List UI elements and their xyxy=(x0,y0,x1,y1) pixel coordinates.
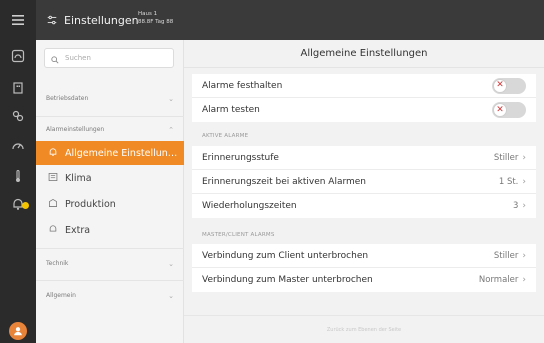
section-label: Allgemein xyxy=(46,292,76,299)
user-avatar-icon[interactable] xyxy=(9,322,27,340)
toggle-card: Alarme festhalten ✕ Alarm testen ✕ xyxy=(192,74,536,122)
footer-link[interactable]: Zurück zum Ebenen der Seite xyxy=(184,315,544,343)
sliders-icon[interactable] xyxy=(0,102,36,130)
search-input[interactable] xyxy=(65,54,165,62)
row-label: Alarme festhalten xyxy=(202,80,283,91)
group-heading-master-client: MASTER/CLIENT ALARMS xyxy=(202,232,275,238)
section-label: Alarmeinstellungen xyxy=(46,126,105,133)
chevron-down-icon: ⌄ xyxy=(168,260,174,268)
row-value: Normaler › xyxy=(479,275,526,285)
value-text: Normaler xyxy=(478,275,519,285)
house-name: Haus 1 xyxy=(138,11,158,17)
production-icon xyxy=(48,198,58,211)
section-label: Betriebsdaten xyxy=(46,95,89,102)
house-status: 88.8F Tag 88 xyxy=(138,19,174,25)
search-icon xyxy=(51,49,59,68)
extra-icon xyxy=(48,224,58,237)
row-label: Verbindung zum Master unterbrochen xyxy=(202,275,373,285)
row-label: Erinnerungszeit bei aktiven Alarmen xyxy=(202,176,367,187)
section-technik[interactable]: Technik ⌄ xyxy=(46,260,174,268)
toggle-switch[interactable]: ✕ xyxy=(492,102,526,118)
sidebar-item-label: Extra xyxy=(65,224,91,236)
search-box[interactable] xyxy=(44,48,174,68)
sidebar-item-produktion[interactable]: Produktion xyxy=(36,192,184,216)
sidebar: Betriebsdaten ⌄ Alarmeinstellungen ⌃ All… xyxy=(36,40,184,343)
chevron-right-icon: › xyxy=(522,152,526,163)
section-label: Technik xyxy=(46,260,69,267)
sidebar-item-allgemeine-einstellungen[interactable]: Allgemeine Einstellungen xyxy=(36,141,184,165)
building-icon[interactable] xyxy=(0,74,36,102)
dashboard-icon[interactable] xyxy=(0,42,36,70)
value-text: Stiller xyxy=(493,250,519,261)
close-icon: ✕ xyxy=(493,103,507,117)
header-title-wrap: Einstellungen xyxy=(46,0,139,40)
row-label: Alarm testen xyxy=(202,105,260,115)
section-alarmeinstellungen[interactable]: Alarmeinstellungen ⌃ xyxy=(46,126,174,134)
value-text: 3 xyxy=(512,201,519,211)
left-rail xyxy=(0,0,36,343)
sidebar-item-label: Klima xyxy=(65,172,92,184)
sidebar-item-extra[interactable]: Extra xyxy=(36,218,184,242)
chevron-up-icon: ⌃ xyxy=(168,126,174,134)
notification-dot xyxy=(22,202,29,209)
section-betriebsdaten[interactable]: Betriebsdaten ⌄ xyxy=(46,95,174,103)
row-value: Stiller › xyxy=(494,251,526,261)
thermometer-icon[interactable] xyxy=(0,162,36,190)
setting-row[interactable]: Erinnerungsstufe Stiller › xyxy=(192,146,536,170)
sidebar-item-klima[interactable]: Klima xyxy=(36,166,184,190)
setting-row[interactable]: Verbindung zum Client unterbrochen Still… xyxy=(192,244,536,268)
row-label: Wiederholungszeiten xyxy=(202,201,297,211)
row-value: Stiller › xyxy=(494,153,526,163)
row-value: 1 St. › xyxy=(499,177,526,187)
divider xyxy=(36,248,184,249)
chevron-right-icon: › xyxy=(522,176,526,187)
setting-row[interactable]: Erinnerungszeit bei aktiven Alarmen 1 St… xyxy=(192,170,536,194)
toggle-row-alarme-festhalten: Alarme festhalten ✕ xyxy=(192,74,536,98)
master-client-card: Verbindung zum Client unterbrochen Still… xyxy=(192,244,536,292)
setting-row[interactable]: Wiederholungszeiten 3 › xyxy=(192,194,536,218)
bell-icon[interactable] xyxy=(0,190,36,218)
chevron-right-icon: › xyxy=(522,250,526,261)
bell-icon xyxy=(48,147,58,160)
row-label: Erinnerungsstufe xyxy=(202,152,279,163)
divider xyxy=(36,280,184,281)
chevron-right-icon: › xyxy=(522,275,526,285)
gauge-icon[interactable] xyxy=(0,132,36,160)
chevron-down-icon: ⌄ xyxy=(168,95,174,103)
toggle-switch[interactable]: ✕ xyxy=(492,77,526,94)
main-panel: Allgemeine Einstellungen Alarme festhalt… xyxy=(184,40,544,343)
active-alarms-card: Erinnerungsstufe Stiller › Erinnerungszei… xyxy=(192,146,536,218)
row-label: Verbindung zum Client unterbrochen xyxy=(202,250,369,261)
setting-row[interactable]: Verbindung zum Master unterbrochen Norma… xyxy=(192,268,536,292)
top-bar: Einstellungen Haus 1 88.8F Tag 88 xyxy=(36,0,544,40)
value-text: Stiller xyxy=(493,152,519,163)
main-title: Allgemeine Einstellungen xyxy=(184,40,544,68)
sidebar-item-label: Allgemeine Einstellungen xyxy=(65,147,183,159)
house-info[interactable]: Haus 1 88.8F Tag 88 xyxy=(138,10,173,26)
close-icon: ✕ xyxy=(493,78,507,93)
row-value: 3 › xyxy=(513,201,526,211)
divider xyxy=(36,116,184,117)
page-title: Einstellungen xyxy=(64,13,139,27)
climate-icon xyxy=(48,172,58,185)
value-text: 1 St. xyxy=(498,176,519,187)
chevron-right-icon: › xyxy=(522,201,526,211)
settings-sliders-icon xyxy=(46,11,58,30)
menu-icon[interactable] xyxy=(0,6,36,34)
chevron-down-icon: ⌄ xyxy=(168,292,174,300)
toggle-row-alarm-testen: Alarm testen ✕ xyxy=(192,98,536,122)
sidebar-item-label: Produktion xyxy=(65,198,116,210)
section-allgemein[interactable]: Allgemein ⌄ xyxy=(46,292,174,300)
group-heading-active-alarms: AKTIVE ALARME xyxy=(202,133,249,139)
